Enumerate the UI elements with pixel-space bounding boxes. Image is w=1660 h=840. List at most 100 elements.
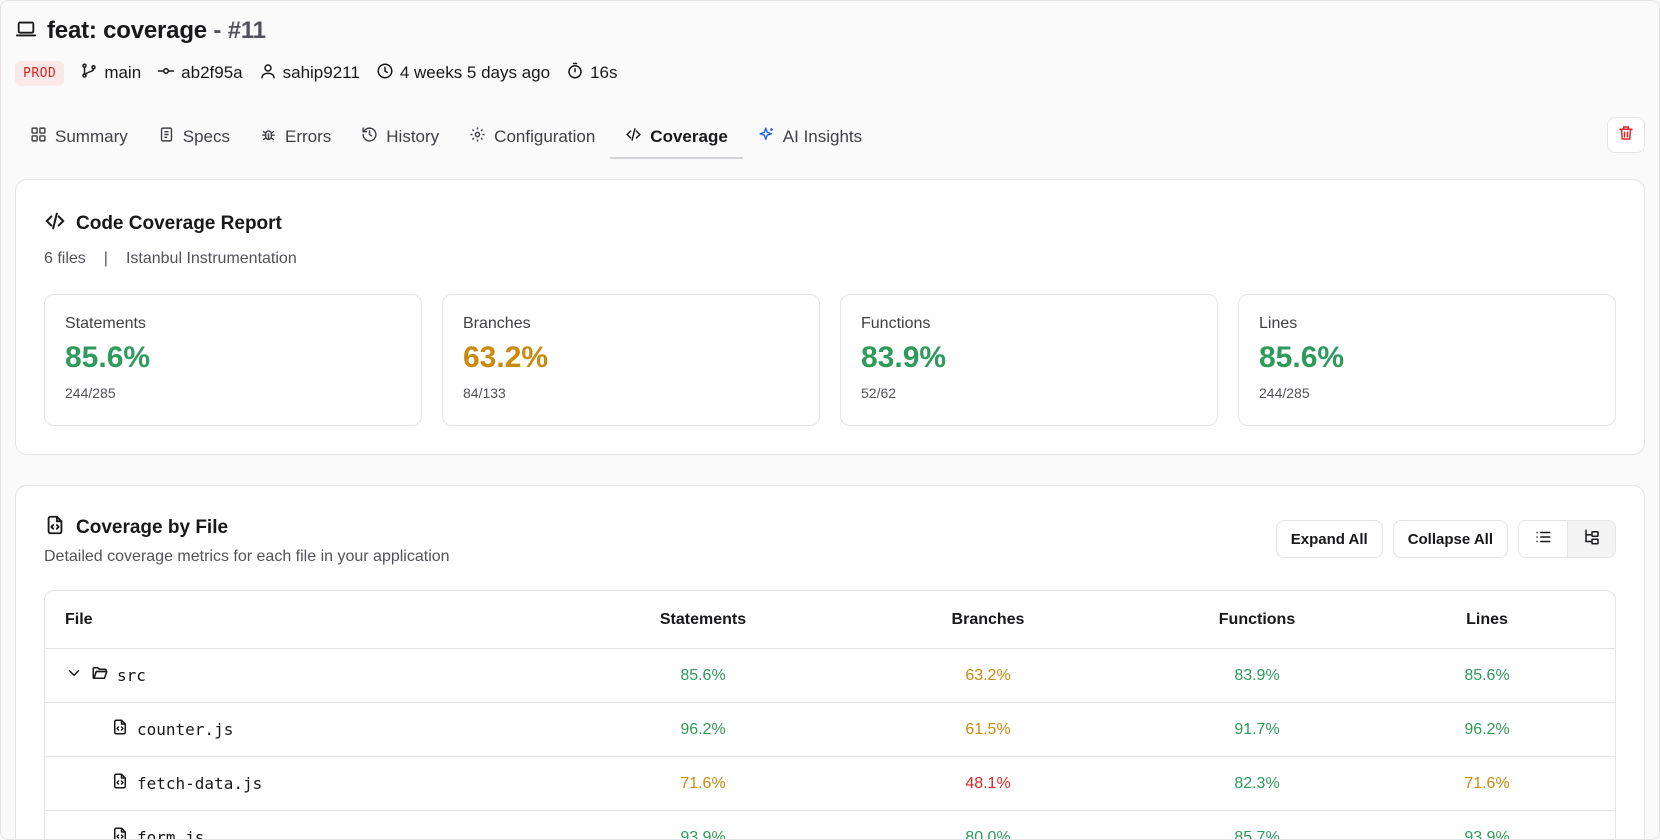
delete-button[interactable] [1607,117,1645,153]
functions-value: 91.7% [1234,720,1280,738]
list-icon [1534,528,1552,551]
git-branch-icon [80,62,98,85]
git-commit-icon [157,62,175,85]
coverage-table: File Statements Branches Functions Lines… [44,590,1616,840]
instrumentation-label: Istanbul Instrumentation [125,250,297,267]
stat-label: Statements [65,315,146,332]
user-meta: sahip9211 [259,62,360,85]
coverage-by-file-card: Coverage by File Detailed coverage metri… [15,485,1645,840]
tab-history[interactable]: History [346,117,454,159]
files-count: 6 files [44,250,86,267]
run-number: #11 [227,17,266,44]
env-badge: PROD [15,60,65,86]
stat-card-branches: Branches 63.2% 84/133 [442,294,820,426]
tab-label: Specs [182,127,230,146]
divider: | [103,250,108,267]
table-row[interactable]: form.js 93.9% 80.0% 85.7% 93.9% [45,811,1615,840]
tab-errors[interactable]: Errors [245,117,346,159]
tab-summary[interactable]: Summary [15,117,143,159]
time-ago: 4 weeks 5 days ago [399,63,551,82]
branches-value: 61.5% [965,720,1011,738]
file-code-icon [44,514,66,542]
duration-meta: 16s [566,62,618,85]
table-header: File Statements Branches Functions Lines [45,591,1615,649]
file-name: form.js [137,828,205,840]
tab-specs[interactable]: Specs [143,117,245,159]
branches-value: 48.1% [965,774,1011,792]
time-meta: 4 weeks 5 days ago [376,62,550,85]
statements-value: 71.6% [680,774,726,792]
commit-meta[interactable]: ab2f95a [157,62,243,85]
file-name: counter.js [137,720,234,739]
branch-meta[interactable]: main [80,62,141,85]
table-row[interactable]: fetch-data.js 71.6% 48.1% 82.3% 71.6% [45,757,1615,811]
tab-coverage[interactable]: Coverage [610,117,743,159]
tab-label: Summary [55,127,128,146]
stat-value: 63.2% [463,341,549,374]
tab-ai-insights[interactable]: AI Insights [743,117,877,159]
duration: 16s [590,63,618,82]
tab-label: History [386,127,440,146]
coverage-report-card: Code Coverage Report 6 files | Istanbul … [15,179,1645,455]
stat-card-functions: Functions 83.9% 52/62 [840,294,1218,426]
functions-value: 85.7% [1234,828,1280,840]
stat-fraction: 52/62 [861,385,897,401]
files-subtitle: Detailed coverage metrics for each file … [44,548,450,565]
functions-value: 83.9% [1234,666,1280,684]
stat-label: Branches [463,315,531,332]
file-name: fetch-data.js [137,774,263,793]
stat-fraction: 244/285 [65,385,116,401]
stat-value: 85.6% [65,341,151,374]
stat-fraction: 244/285 [1259,385,1310,401]
table-row[interactable]: src 85.6% 63.2% 83.9% 85.6% [45,649,1615,703]
statements-value: 93.9% [680,828,726,840]
grid-icon [30,126,47,148]
expand-all-button[interactable]: Expand All [1275,520,1383,558]
run-title: feat: coverage [47,17,207,44]
bug-icon [260,126,277,148]
table-row[interactable]: counter.js 96.2% 61.5% 91.7% 96.2% [45,703,1615,757]
column-header-functions[interactable]: Functions [1115,611,1399,629]
tab-configuration[interactable]: Configuration [454,117,610,159]
code-icon [625,126,642,148]
view-toggle [1518,520,1616,558]
tree-view-button[interactable] [1567,521,1615,557]
stat-card-statements: Statements 85.6% 244/285 [44,294,422,426]
file-code-icon [111,826,129,839]
collapse-all-button[interactable]: Collapse All [1392,520,1508,558]
user-icon [259,62,277,85]
run-header: feat: coverage - #11 PROD main ab2f95a s… [15,15,1645,87]
stat-fraction: 84/133 [463,385,506,401]
history-icon [361,126,378,148]
laptop-icon [15,18,37,45]
statements-value: 85.6% [680,666,726,684]
clock-icon [376,62,394,85]
stats-row: Statements 85.6% 244/285 Branches 63.2% … [44,294,1616,426]
stat-label: Lines [1259,315,1298,332]
gear-icon [469,126,486,148]
app-window: feat: coverage - #11 PROD main ab2f95a s… [0,0,1660,840]
tab-label: Configuration [494,127,596,146]
column-header-branches[interactable]: Branches [861,611,1115,629]
list-view-button[interactable] [1519,521,1567,557]
functions-value: 82.3% [1234,774,1280,792]
branch-name: main [104,63,142,82]
tab-label: AI Insights [782,127,863,146]
stat-label: Functions [861,315,931,332]
statements-value: 96.2% [680,720,726,738]
folder-tree-icon [1583,528,1601,551]
stat-value: 85.6% [1259,341,1345,374]
chevron-down-icon[interactable] [65,664,83,687]
tab-bar: Summary Specs Errors History Configurati… [15,117,877,159]
file-code-icon [111,772,129,795]
sparkle-icon [758,126,775,148]
folder-name: src [117,666,146,685]
report-title: Code Coverage Report [76,213,282,234]
column-header-statements[interactable]: Statements [545,611,861,629]
commit-hash: ab2f95a [181,63,243,82]
column-header-lines[interactable]: Lines [1399,611,1575,629]
column-header-file[interactable]: File [45,611,545,629]
stat-card-lines: Lines 85.6% 244/285 [1238,294,1616,426]
lines-value: 96.2% [1464,720,1510,738]
timer-icon [566,62,584,85]
